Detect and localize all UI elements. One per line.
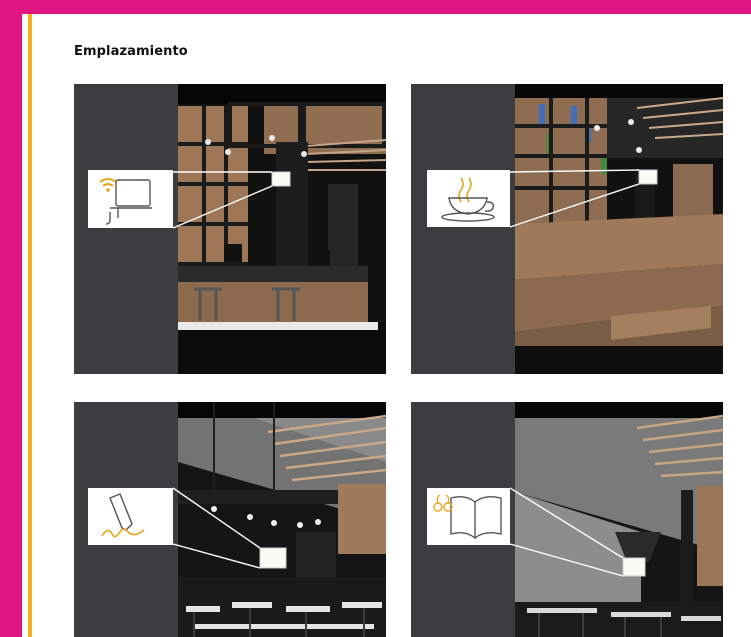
magenta-top-border <box>0 0 751 14</box>
section-title: Emplazamiento <box>74 44 188 59</box>
render-panel-study-area <box>74 402 386 637</box>
wifi-desk-icon <box>88 170 173 228</box>
coffee-cup-icon <box>427 170 510 227</box>
magenta-left-border <box>0 0 22 637</box>
open-book-glasses-icon <box>427 488 510 545</box>
render-panel-reading-area <box>411 402 723 637</box>
pen-signature-icon <box>88 488 173 545</box>
gold-accent-line <box>28 14 32 637</box>
render-panel-cafe-terraces <box>411 84 723 374</box>
render-panel-wifi-workspace <box>74 84 386 374</box>
